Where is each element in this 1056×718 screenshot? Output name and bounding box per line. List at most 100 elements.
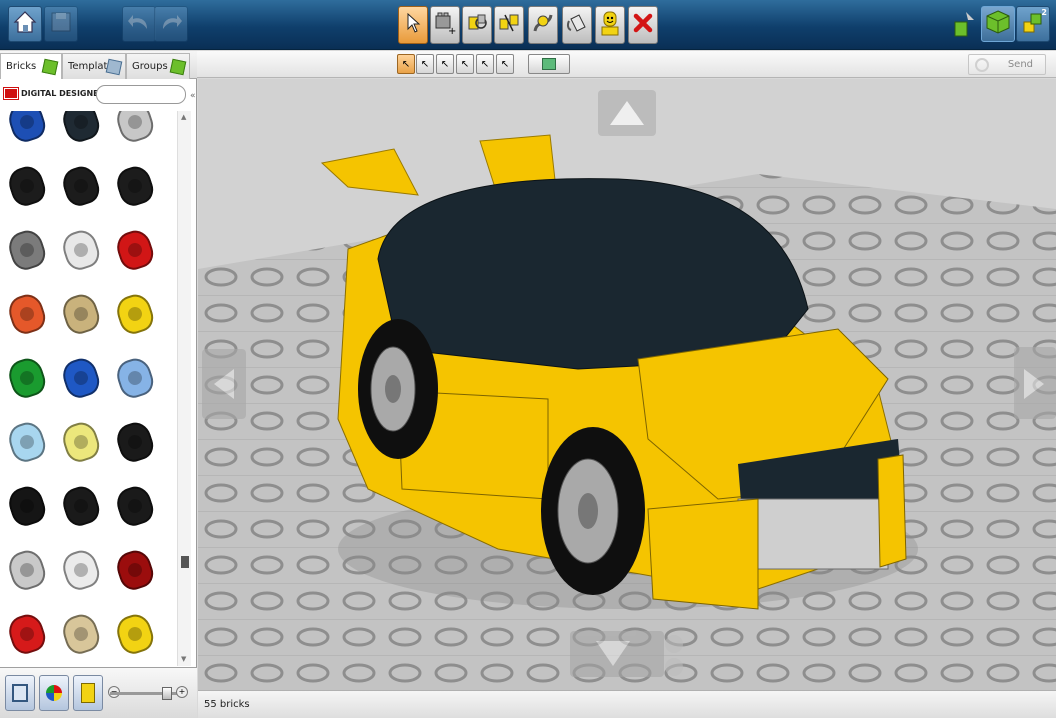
- clone-tool-button[interactable]: +: [430, 6, 460, 44]
- svg-text:+: +: [448, 26, 456, 35]
- camera-right-button[interactable]: [1014, 347, 1056, 419]
- tab-groups[interactable]: Groups: [126, 53, 190, 79]
- palette-brick[interactable]: [58, 226, 104, 274]
- palette-zoom-slider[interactable]: [110, 687, 184, 700]
- status-bar: 55 bricks: [198, 690, 1056, 718]
- tab-templates[interactable]: Templates: [62, 53, 126, 79]
- palette-brick[interactable]: [4, 111, 50, 146]
- slider-knob[interactable]: [162, 687, 172, 700]
- hinge-tool-button[interactable]: [462, 6, 492, 44]
- palette-brick[interactable]: [58, 546, 104, 594]
- build-mode-icon: [952, 12, 976, 44]
- connected-select-button[interactable]: ↖: [416, 54, 434, 74]
- green-brick-icon: [41, 58, 59, 76]
- palette-brick[interactable]: [4, 610, 50, 658]
- home-button[interactable]: [8, 6, 42, 42]
- view-mode-button[interactable]: [981, 6, 1015, 42]
- green-brick-icon: [169, 58, 187, 76]
- color-palette-button[interactable]: [39, 675, 69, 711]
- building-guide-badge: 2: [1041, 8, 1047, 17]
- palette-brick[interactable]: [112, 482, 158, 530]
- invert-select-button[interactable]: ↖: [476, 54, 494, 74]
- palette-view-icon: [12, 684, 28, 702]
- paint-bucket-icon: [565, 11, 589, 39]
- zoom-out-icon[interactable]: [665, 658, 683, 676]
- tab-bricks-label: Bricks: [6, 61, 37, 72]
- zoom-in-palette-icon[interactable]: +: [176, 686, 188, 698]
- paint-bucket-button[interactable]: [562, 6, 592, 44]
- select-tool-icon: [405, 12, 421, 37]
- send-button[interactable]: Send: [968, 54, 1046, 75]
- brick-search-input[interactable]: [96, 85, 186, 104]
- brick-count: 55 bricks: [204, 699, 250, 710]
- camera-up-button[interactable]: [598, 90, 656, 136]
- palette-scrollbar[interactable]: ▲ ▼: [177, 111, 191, 666]
- same-shape-select-button[interactable]: ↖: [456, 54, 474, 74]
- build-mode-button[interactable]: [952, 10, 976, 40]
- single-select-icon: ↖: [401, 58, 411, 70]
- undo-icon: [127, 11, 151, 37]
- hide-brick-button[interactable]: [528, 54, 570, 74]
- view-mode-icon: [985, 9, 1011, 39]
- palette-brick[interactable]: [58, 610, 104, 658]
- flex-tool-button[interactable]: [528, 6, 558, 44]
- filter-button[interactable]: [73, 675, 103, 711]
- building-guide-button[interactable]: 2: [1016, 6, 1050, 42]
- select-tool-button[interactable]: [398, 6, 428, 44]
- collapse-panel-icon[interactable]: «: [190, 91, 196, 101]
- tab-groups-label: Groups: [132, 61, 168, 72]
- palette-brick[interactable]: [4, 482, 50, 530]
- palette-brick[interactable]: [112, 546, 158, 594]
- palette-brick[interactable]: [112, 162, 158, 210]
- send-label: Send: [1007, 59, 1033, 70]
- lego-digital-designer-logo: DIGITAL DESIGNER: [3, 87, 105, 100]
- palette-brick[interactable]: [112, 610, 158, 658]
- palette-brick[interactable]: [58, 418, 104, 466]
- palette-brick[interactable]: [112, 418, 158, 466]
- delete-button[interactable]: [628, 6, 658, 44]
- 3d-viewport[interactable]: [198, 79, 1056, 690]
- tab-bricks[interactable]: Bricks: [0, 53, 62, 79]
- home-icon: [12, 9, 38, 39]
- palette-brick[interactable]: [112, 290, 158, 338]
- palette-brick[interactable]: [4, 546, 50, 594]
- camera-left-button[interactable]: [202, 349, 246, 419]
- zoom-in-icon[interactable]: [665, 635, 683, 653]
- save-button[interactable]: [44, 6, 78, 42]
- palette-brick[interactable]: [4, 226, 50, 274]
- palette-brick[interactable]: [58, 482, 104, 530]
- redo-button[interactable]: [154, 6, 188, 42]
- palette-brick[interactable]: [58, 111, 104, 146]
- palette-brick[interactable]: [4, 162, 50, 210]
- palette-brick[interactable]: [4, 418, 50, 466]
- lego-logo-icon: [3, 87, 19, 100]
- palette-view-button[interactable]: [5, 675, 35, 711]
- logo-text: DIGITAL DESIGNER: [21, 89, 105, 98]
- templates-icon: [105, 58, 123, 76]
- palette-brick[interactable]: [58, 354, 104, 402]
- hinge-align-tool-button[interactable]: [494, 6, 524, 44]
- save-icon: [50, 11, 72, 37]
- palette-brick[interactable]: [4, 354, 50, 402]
- delete-icon: [632, 12, 654, 38]
- scroll-up-icon[interactable]: ▲: [181, 113, 186, 121]
- palette-brick[interactable]: [4, 290, 50, 338]
- minifig-icon: [598, 10, 622, 40]
- clone-tool-icon: +: [433, 11, 457, 39]
- rear-wheel: [358, 319, 438, 459]
- palette-brick[interactable]: [112, 111, 158, 146]
- palette-brick[interactable]: [112, 226, 158, 274]
- scroll-thumb[interactable]: [181, 556, 189, 568]
- invert-select-icon: ↖: [480, 58, 490, 70]
- minifig-button[interactable]: [595, 6, 625, 44]
- brick-palette-panel: Bricks Templates Groups DIGITAL DESIGNER…: [0, 51, 197, 718]
- palette-brick[interactable]: [112, 354, 158, 402]
- palette-brick[interactable]: [58, 290, 104, 338]
- single-select-button[interactable]: ↖: [397, 54, 415, 74]
- palette-tabs: Bricks Templates Groups: [0, 51, 197, 79]
- undo-button[interactable]: [122, 6, 156, 42]
- palette-brick[interactable]: [58, 162, 104, 210]
- scroll-down-icon[interactable]: ▼: [181, 655, 186, 663]
- same-color-select-button[interactable]: ↖: [436, 54, 454, 74]
- select-all-button[interactable]: ↖: [496, 54, 514, 74]
